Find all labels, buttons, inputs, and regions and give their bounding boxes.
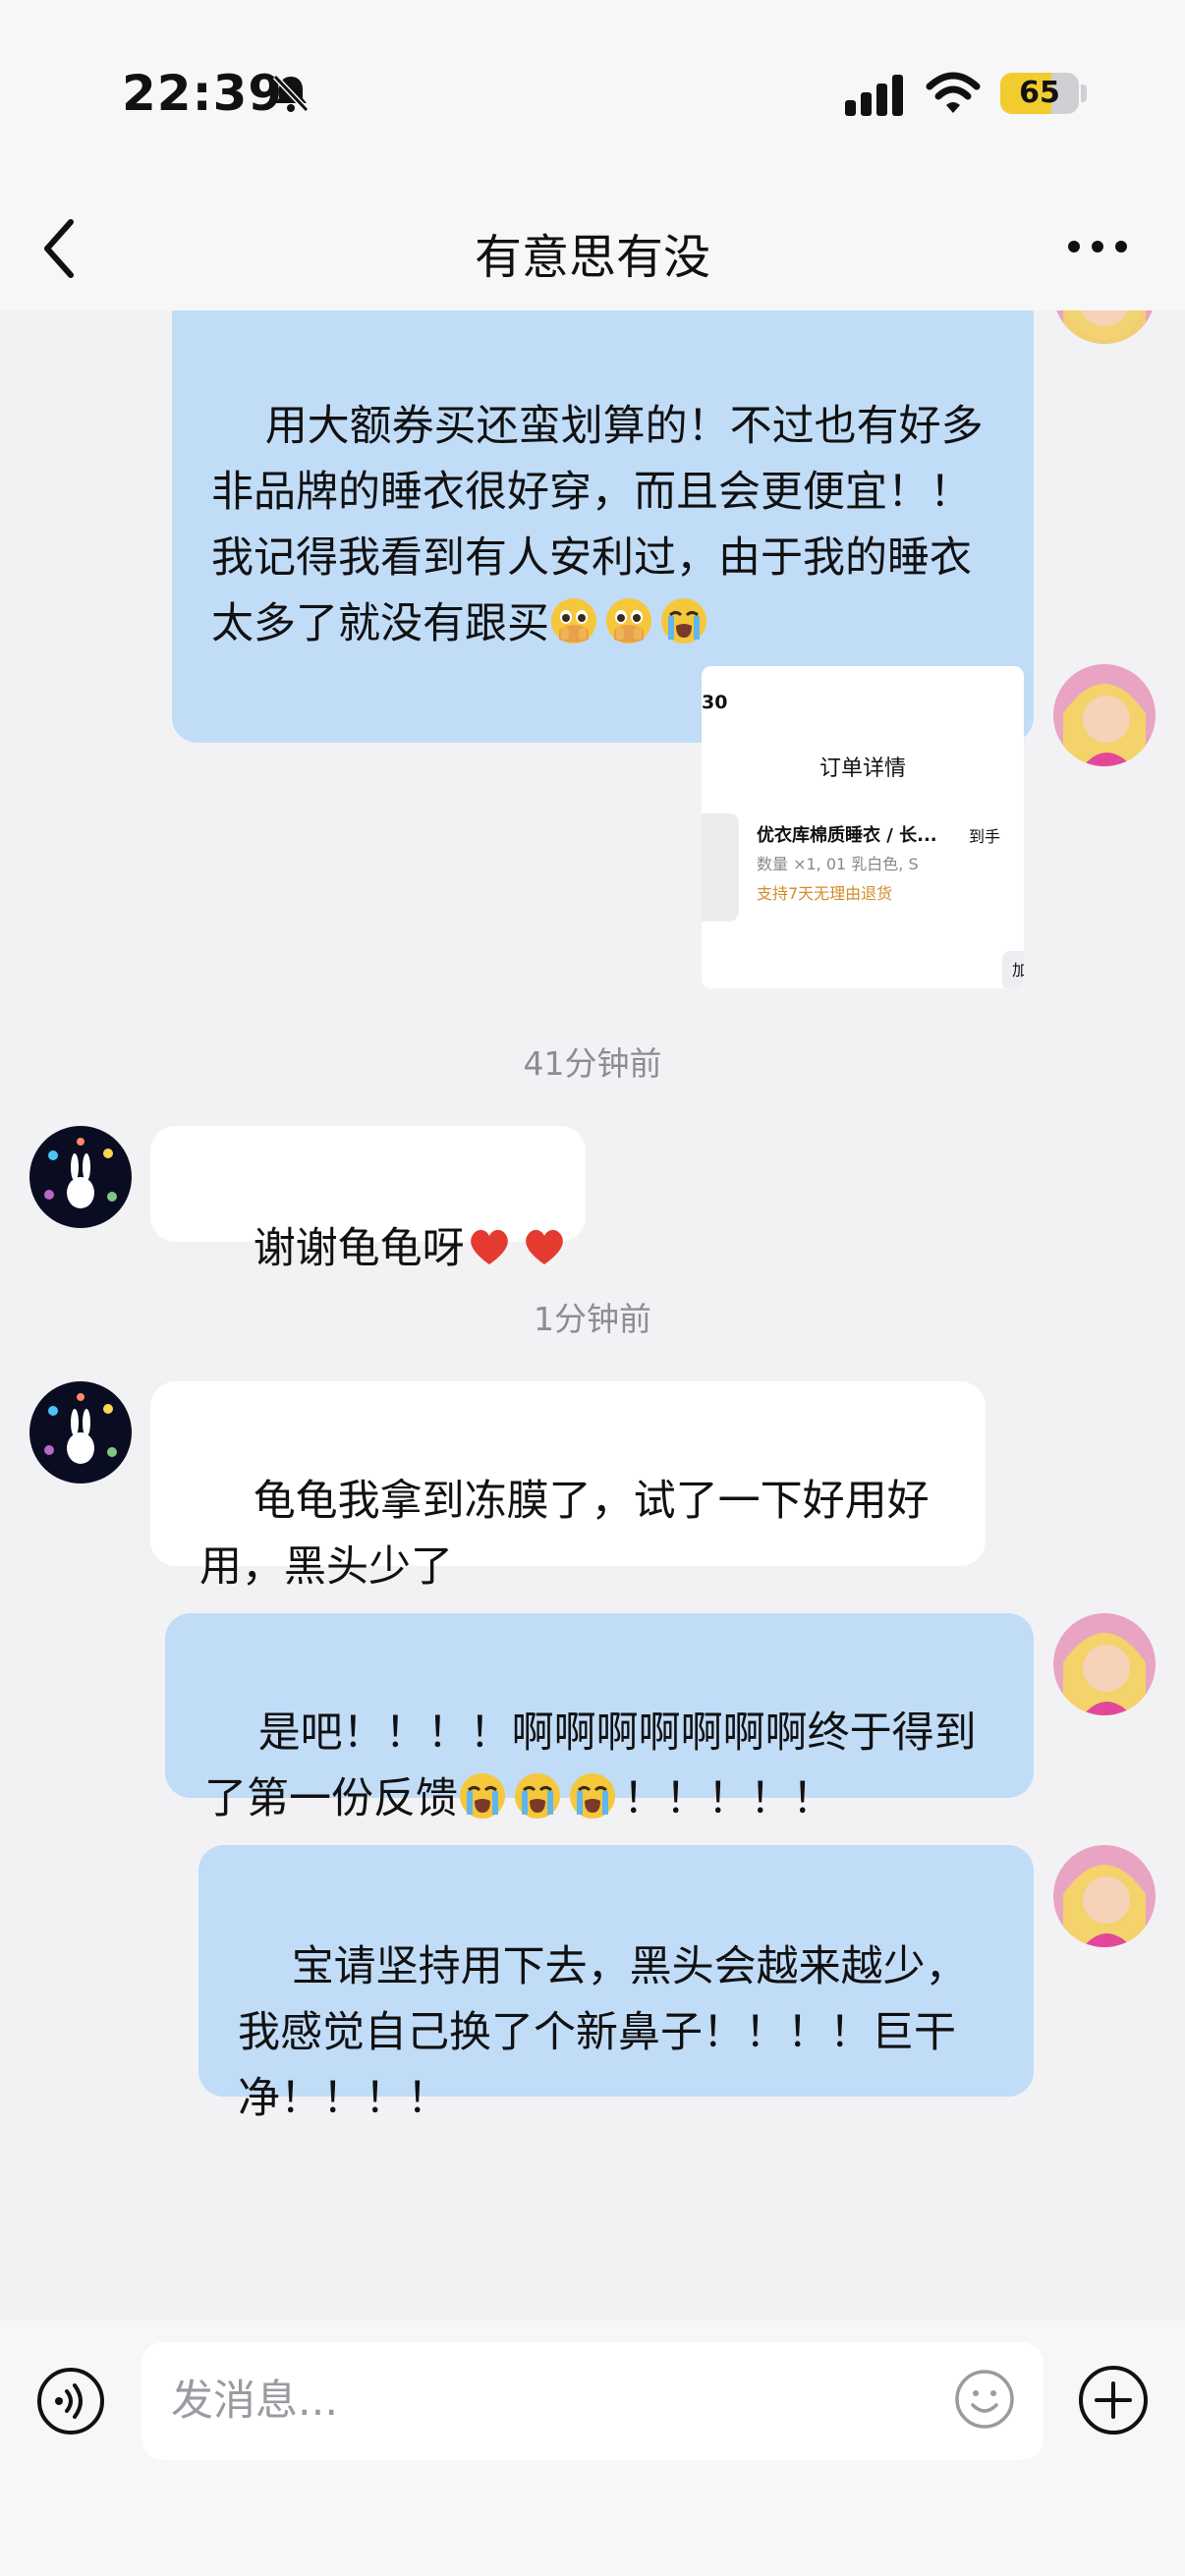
message-text: 龟龟我拿到冻膜了，试了一下好用好用，黑头少了: [199, 1477, 930, 1592]
smile-icon[interactable]: [953, 2368, 1016, 2431]
my-avatar[interactable]: [1053, 664, 1156, 766]
my-avatar[interactable]: [1053, 310, 1156, 344]
more-dots-icon[interactable]: [1065, 234, 1130, 259]
message-text-suffix: ！！！！！: [623, 1774, 834, 1823]
card-status-time: 30: [702, 692, 728, 713]
loudly-crying-face-emoji: [568, 1771, 617, 1820]
battery-indicator: 65: [1000, 73, 1079, 114]
card-title: 订单详情: [818, 756, 906, 781]
message-bubble-mine[interactable]: 是吧！！！！啊啊啊啊啊啊啊终于得到了第一份反馈！！！！！: [165, 1613, 1034, 1823]
bell-slash-icon: [272, 74, 310, 113]
message-timestamp: 1分钟前: [534, 1300, 651, 1338]
signal-icon: [845, 75, 903, 116]
plus-icon[interactable]: [1077, 2364, 1150, 2436]
loudly-crying-face-emoji: [513, 1771, 562, 1820]
my-avatar[interactable]: [1053, 1845, 1156, 1947]
contact-avatar[interactable]: [29, 1126, 132, 1228]
image-message[interactable]: 30 订单详情 优衣库棉质睡衣 / 长... 到手 数量 ×1, 01 乳白色,…: [702, 666, 1024, 988]
message-input[interactable]: [141, 2342, 1044, 2460]
chat-title: 有意思有没: [474, 230, 710, 285]
voice-icon[interactable]: [35, 2366, 106, 2436]
pleading-face-emoji: [549, 596, 598, 645]
message-bubble-theirs[interactable]: 龟龟我拿到冻膜了，试了一下好用好用，黑头少了: [150, 1381, 986, 1592]
pleading-face-emoji: [604, 596, 653, 645]
loudly-crying-face-emoji: [659, 596, 708, 645]
status-time: 22:39: [122, 65, 284, 122]
message-bubble-theirs[interactable]: 谢谢龟龟呀: [150, 1126, 586, 1273]
card-product-name: 优衣库棉质睡衣 / 长...: [757, 825, 937, 846]
red-heart-emoji: [465, 1221, 514, 1270]
card-product-thumbnail: [702, 813, 739, 922]
card-product-spec: 数量 ×1, 01 乳白色, S: [757, 855, 919, 873]
loudly-crying-face-emoji: [458, 1771, 507, 1820]
message-list[interactable]: 用大额券买还蛮划算的！不过也有好多非品牌的睡衣很好穿，而且会更便宜！！我记得我看…: [0, 310, 1185, 2321]
battery-level: 65: [1019, 76, 1060, 110]
card-button: 加: [1002, 951, 1024, 988]
card-return-policy: 支持7天无理由退货: [757, 884, 893, 903]
message-text: 宝请坚持用下去，黑头会越来越少，我感觉自己换了个新鼻子！！！！巨干净！！！！: [238, 1942, 968, 2123]
message-bubble-mine[interactable]: 宝请坚持用下去，黑头会越来越少，我感觉自己换了个新鼻子！！！！巨干净！！！！: [198, 1845, 1034, 2123]
message-text: 谢谢龟龟呀: [253, 1224, 465, 1273]
wifi-icon: [926, 72, 981, 113]
battery-tip: [1081, 84, 1087, 102]
my-avatar[interactable]: [1053, 1613, 1156, 1715]
contact-avatar[interactable]: [29, 1381, 132, 1484]
red-heart-emoji: [520, 1221, 569, 1270]
message-timestamp: 41分钟前: [523, 1044, 662, 1083]
card-order-status: 到手: [969, 827, 1001, 846]
